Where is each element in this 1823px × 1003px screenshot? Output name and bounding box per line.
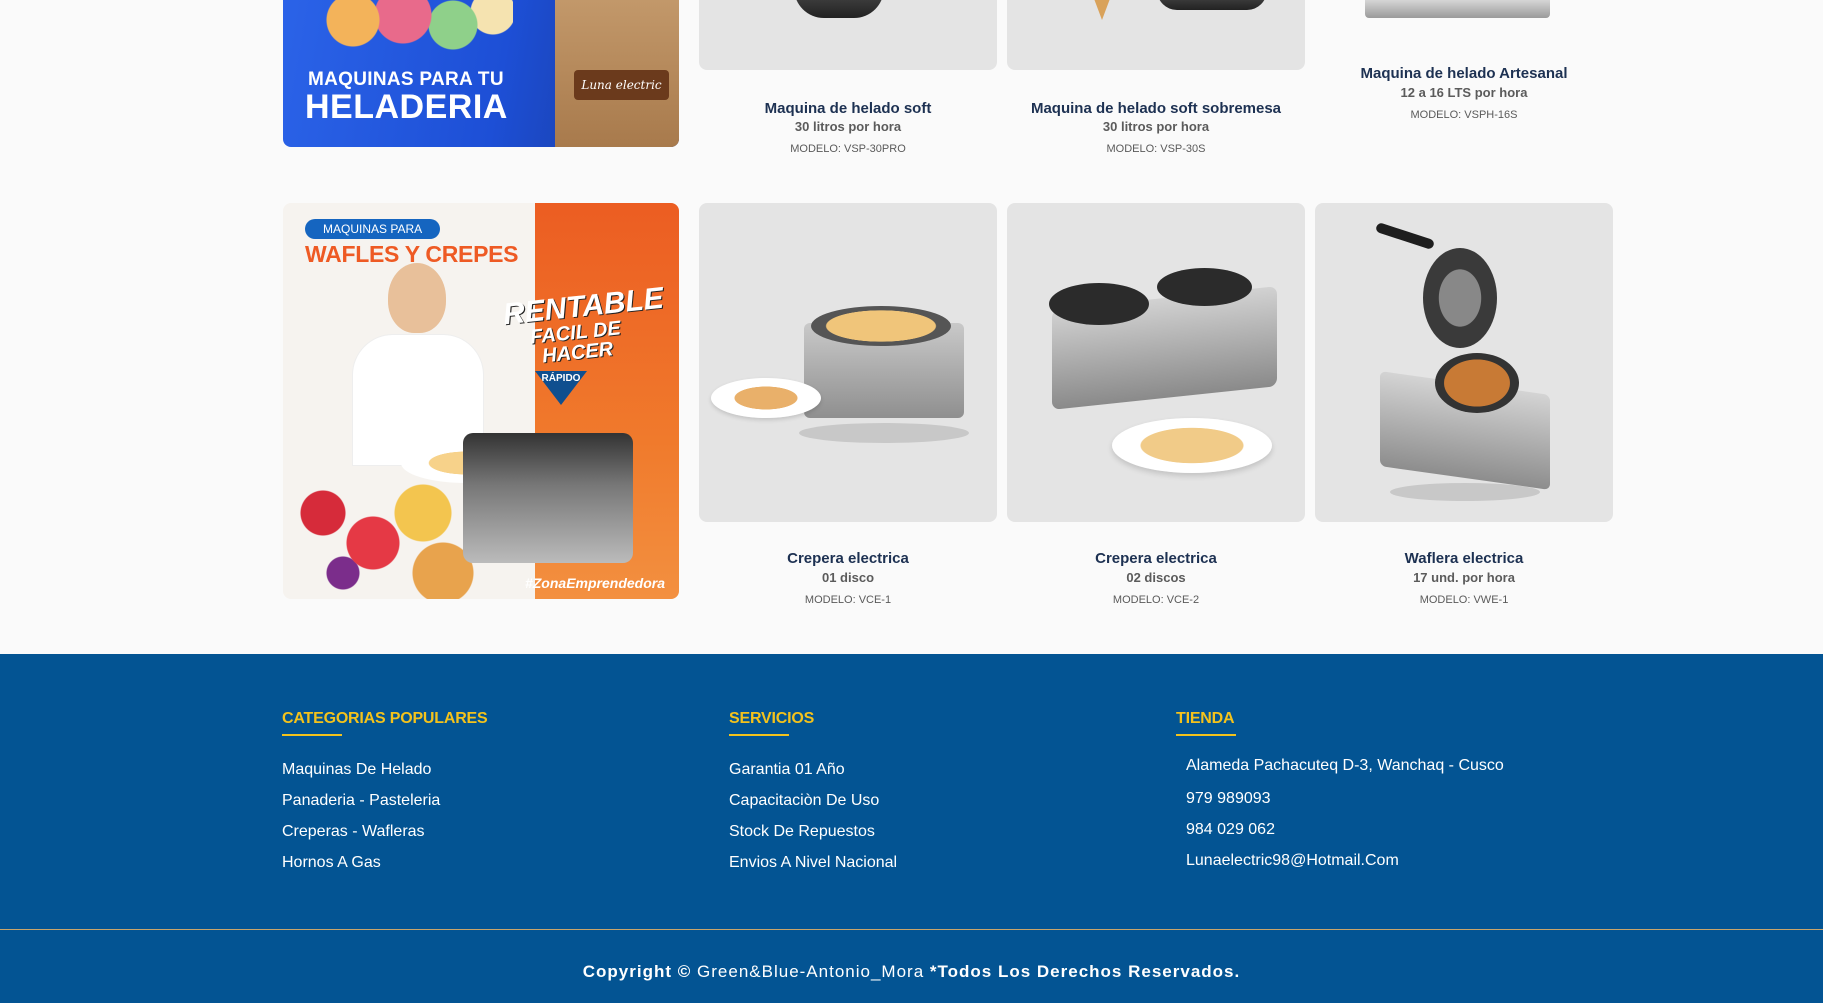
site-footer: CATEGORIAS POPULARES Maquinas De Helado …	[0, 654, 1823, 1003]
product-spec: 02 discos	[1126, 570, 1186, 585]
crepe-disc-left	[1049, 283, 1149, 325]
product-image-crepera-2[interactable]	[1007, 203, 1305, 522]
footer-link-categoria[interactable]: Maquinas De Helado	[282, 761, 431, 779]
footer-link-categoria[interactable]: Creperas - Wafleras	[282, 823, 425, 841]
heladeria-promo-banner[interactable]: Luna electric MAQUINAS PARA TU HELADERIA	[283, 0, 679, 147]
footer-link-categoria[interactable]: Hornos A Gas	[282, 854, 381, 872]
product-name[interactable]: Maquina de helado Artesanal	[1315, 65, 1613, 82]
product-name[interactable]: Maquina de helado soft sobremesa	[1007, 100, 1305, 117]
product-name[interactable]: Crepera electrica	[1007, 550, 1305, 567]
waffle-handle	[1374, 221, 1436, 251]
banner-title: HELADERIA	[305, 88, 508, 126]
footer-divider	[0, 929, 1823, 930]
product-model: MODELO: VCE-2	[1112, 594, 1200, 606]
waffle-plate	[1435, 353, 1519, 413]
footer-heading-categorias: CATEGORIAS POPULARES	[282, 710, 488, 727]
footer-link-servicio[interactable]: Envios A Nivel Nacional	[729, 854, 897, 872]
product-spec: 30 litros por hora	[1102, 119, 1210, 134]
heading-underline	[1176, 734, 1236, 736]
cone-shape	[1087, 0, 1117, 20]
banner-pill: MAQUINAS PARA	[305, 219, 441, 239]
product-spec: 01 disco	[821, 570, 875, 585]
hashtag-text: #ZonaEmprendedora	[524, 575, 665, 591]
heading-underline	[729, 734, 789, 736]
product-name[interactable]: Maquina de helado soft	[699, 100, 997, 117]
footer-heading-servicios: SERVICIOS	[729, 710, 815, 727]
apron-image: Luna electric	[555, 0, 679, 147]
ice-cream-scoops-image	[323, 0, 513, 70]
banner-slogan: RENTABLE FACIL DE HACER	[501, 281, 666, 368]
store-email[interactable]: Lunaelectric98@Hotmail.Com	[1186, 852, 1399, 870]
product-model: MODELO: VSP-30PRO	[790, 143, 906, 155]
product-model: MODELO: VSPH-16S	[1410, 109, 1518, 121]
footer-heading-tienda: TIENDA	[1176, 710, 1235, 727]
waffle-lid	[1423, 248, 1497, 348]
copyright-prefix: Copyright ©	[582, 962, 692, 981]
footer-link-categoria[interactable]: Panaderia - Pasteleria	[282, 792, 440, 810]
store-address: Alameda Pachacuteq D-3, Wanchaq - Cusco	[1186, 757, 1504, 774]
product-spec: 17 und. por hora	[1413, 570, 1515, 585]
product-model: MODELO: VCE-1	[804, 594, 892, 606]
product-spec: 12 a 16 LTS por hora	[1400, 85, 1528, 100]
store-phone[interactable]: 979 989093	[1186, 790, 1271, 808]
waffle-machine-image	[463, 433, 633, 563]
footer-link-servicio[interactable]: Capacitaciòn De Uso	[729, 792, 879, 810]
luna-electric-logo: Luna electric	[574, 70, 669, 100]
machine-base-shape	[794, 0, 884, 18]
product-spec: 30 litros por hora	[794, 119, 902, 134]
crepe-with-fruit-image	[283, 473, 483, 599]
product-image-waflera[interactable]	[1315, 203, 1613, 522]
product-image-crepera-1[interactable]	[699, 203, 997, 522]
copyright-suffix: *Todos Los Derechos Reservados.	[929, 962, 1241, 981]
product-image-helado-soft[interactable]	[699, 0, 997, 70]
copyright-text: Copyright © Green&Blue-Antonio_Mora *Tod…	[0, 962, 1823, 982]
product-model: MODELO: VWE-1	[1419, 594, 1509, 606]
wafles-crepes-promo-banner[interactable]: MAQUINAS PARA WAFLES Y CREPES RENTABLE F…	[283, 203, 679, 599]
crepe-disc	[811, 306, 951, 346]
product-model: MODELO: VSP-30S	[1106, 143, 1206, 155]
product-image-helado-artesanal[interactable]	[1365, 0, 1550, 18]
crepe-plate	[711, 378, 821, 418]
copyright-author[interactable]: Green&Blue-Antonio_Mora	[697, 962, 924, 981]
heading-underline	[282, 734, 342, 736]
store-phone[interactable]: 984 029 062	[1186, 821, 1275, 839]
product-name[interactable]: Crepera electrica	[699, 550, 997, 567]
crepe-disc-right	[1157, 268, 1252, 306]
machine-base-shape	[1157, 0, 1267, 10]
crepe-plate	[1112, 418, 1272, 473]
product-image-helado-sobremesa[interactable]	[1007, 0, 1305, 70]
product-name[interactable]: Waflera electrica	[1315, 550, 1613, 567]
footer-link-servicio[interactable]: Stock De Repuestos	[729, 823, 875, 841]
footer-link-servicio[interactable]: Garantia 01 Año	[729, 761, 845, 779]
